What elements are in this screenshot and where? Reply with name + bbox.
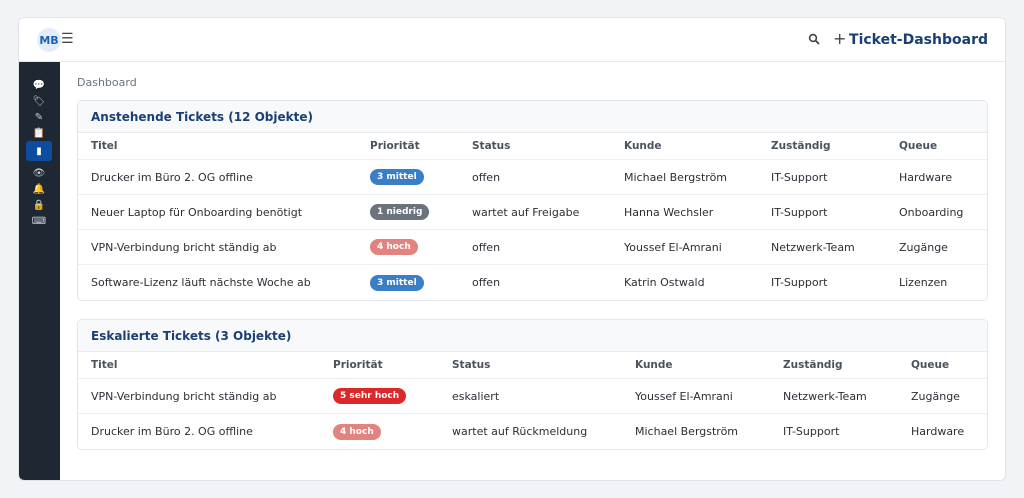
priority-badge: 3 mittel <box>370 169 424 185</box>
panel-title: Eskalierte Tickets (3 Objekte) <box>78 320 987 352</box>
table-row[interactable]: VPN-Verbindung bricht ständig ab 4 hoch of… <box>78 230 987 265</box>
priority-badge: 5 sehr hoch <box>333 388 407 404</box>
col-prioritaet-header[interactable]: Priorität <box>333 352 383 378</box>
table-row[interactable]: Drucker im Büro 2. OG offline 3 mittel off… <box>78 160 987 195</box>
priority-badge: 4 hoch <box>370 239 418 255</box>
sidebar: 💬 🏷 ✎ 📋 ▮ 👁 🔔 🔒 ⌨ <box>19 62 60 480</box>
pending-tickets-panel: Anstehende Tickets (12 Objekte) Titel Pri… <box>77 100 988 301</box>
col-zustaendig-cell: IT-Support <box>771 276 828 289</box>
priority-cell: 3 mittel <box>370 160 424 194</box>
escalated-tickets-panel: Eskalierte Tickets (3 Objekte) Titel Prio… <box>77 319 988 450</box>
col-kunde-cell: Michael Bergström <box>635 425 739 438</box>
col-status-cell: eskaliert <box>452 389 500 403</box>
table-header: Titel Priorität Status Kunde Zuständig Queue <box>78 133 987 160</box>
priority-badge: 3 mittel <box>370 274 424 291</box>
col-status-header[interactable]: Status <box>472 133 510 159</box>
col-zustaendig-header[interactable]: Zuständig <box>783 352 843 378</box>
table-row[interactable]: Software-Lizenz läuft nächste Woche ab 3 … <box>78 265 987 300</box>
col-titel-cell: Neuer Laptop für Onboarding benötigt <box>91 205 303 219</box>
col-queue-header[interactable]: Queue <box>899 133 937 159</box>
top-bar: MB ☰ + Ticket-Dashboard <box>19 18 1005 62</box>
col-queue-cell: Zugänge <box>911 389 960 403</box>
priority-badge: 1 niedrig <box>370 204 430 220</box>
col-kunde-cell: Youssef El-Amrani <box>624 240 722 254</box>
col-titel-cell: Drucker im Büro 2. OG offline <box>91 170 253 184</box>
col-prioritaet-header[interactable]: Priorität <box>370 133 420 159</box>
col-queue-cell: Hardware <box>911 425 965 438</box>
col-titel-cell: VPN-Verbindung bricht ständig ab <box>91 240 277 254</box>
priority-badge: 4 hoch <box>333 423 381 440</box>
priority-cell: 3 mittel <box>370 265 424 300</box>
col-titel-cell: Software-Lizenz läuft nächste Woche ab <box>91 276 311 289</box>
ticket-icon[interactable]: ▮ <box>26 141 52 161</box>
col-kunde-cell: Hanna Wechsler <box>624 205 714 219</box>
col-zustaendig-cell: IT-Support <box>783 425 840 438</box>
col-titel-header[interactable]: Titel <box>91 352 118 378</box>
col-queue-cell: Hardware <box>899 170 953 184</box>
col-titel-cell: Drucker im Büro 2. OG offline <box>91 425 253 438</box>
priority-cell: 1 niedrig <box>370 195 430 229</box>
app-window: MB ☰ + Ticket-Dashboard 💬 🏷 ✎ 📋 ▮ 👁 🔔 🔒 ⌨ Dashbo… <box>18 17 1006 481</box>
search-icon[interactable] <box>808 33 820 45</box>
priority-cell: 4 hoch <box>370 230 418 264</box>
col-kunde-cell: Youssef El-Amrani <box>635 389 733 403</box>
panel-title: Anstehende Tickets (12 Objekte) <box>78 101 987 133</box>
col-zustaendig-header[interactable]: Zuständig <box>771 133 831 159</box>
col-queue-cell: Lizenzen <box>899 276 948 289</box>
clipboard-icon[interactable]: 📋 <box>26 124 52 142</box>
col-kunde-header[interactable]: Kunde <box>635 352 673 378</box>
app-title: Ticket-Dashboard <box>849 32 988 48</box>
avatar[interactable]: MB <box>37 28 61 52</box>
keyboard-icon[interactable]: ⌨ <box>26 212 52 230</box>
table-row[interactable]: Drucker im Büro 2. OG offline 4 hoch warte… <box>78 414 987 449</box>
col-status-cell: offen <box>472 170 501 184</box>
col-status-header[interactable]: Status <box>452 352 490 378</box>
col-zustaendig-cell: IT-Support <box>771 170 828 184</box>
col-status-cell: wartet auf Rückmeldung <box>452 425 588 438</box>
col-queue-cell: Onboarding <box>899 205 964 219</box>
col-kunde-cell: Katrin Ostwald <box>624 276 705 289</box>
col-status-cell: offen <box>472 240 501 254</box>
col-zustaendig-cell: IT-Support <box>771 205 828 219</box>
col-titel-header[interactable]: Titel <box>91 133 118 159</box>
main-content: Dashboard Anstehende Tickets (12 Objekte… <box>60 62 1005 480</box>
table-row[interactable]: Neuer Laptop für Onboarding benötigt 1 ni… <box>78 195 987 230</box>
col-zustaendig-cell: Netzwerk-Team <box>783 389 867 403</box>
priority-cell: 5 sehr hoch <box>333 379 407 413</box>
col-status-cell: wartet auf Freigabe <box>472 205 580 219</box>
table-row[interactable]: VPN-Verbindung bricht ständig ab 5 sehr h… <box>78 379 987 414</box>
col-kunde-header[interactable]: Kunde <box>624 133 662 159</box>
col-titel-cell: VPN-Verbindung bricht ständig ab <box>91 389 277 403</box>
table-header: Titel Priorität Status Kunde Zuständig Queue <box>78 352 987 379</box>
col-kunde-cell: Michael Bergström <box>624 170 728 184</box>
col-queue-cell: Zugänge <box>899 240 948 254</box>
col-zustaendig-cell: Netzwerk-Team <box>771 240 855 254</box>
col-queue-header[interactable]: Queue <box>911 352 949 378</box>
plus-icon[interactable]: + <box>833 28 846 50</box>
col-status-cell: offen <box>472 276 501 289</box>
priority-cell: 4 hoch <box>333 414 381 449</box>
breadcrumb[interactable]: Dashboard <box>77 76 137 89</box>
hamburger-menu-icon[interactable]: ☰ <box>61 30 74 48</box>
